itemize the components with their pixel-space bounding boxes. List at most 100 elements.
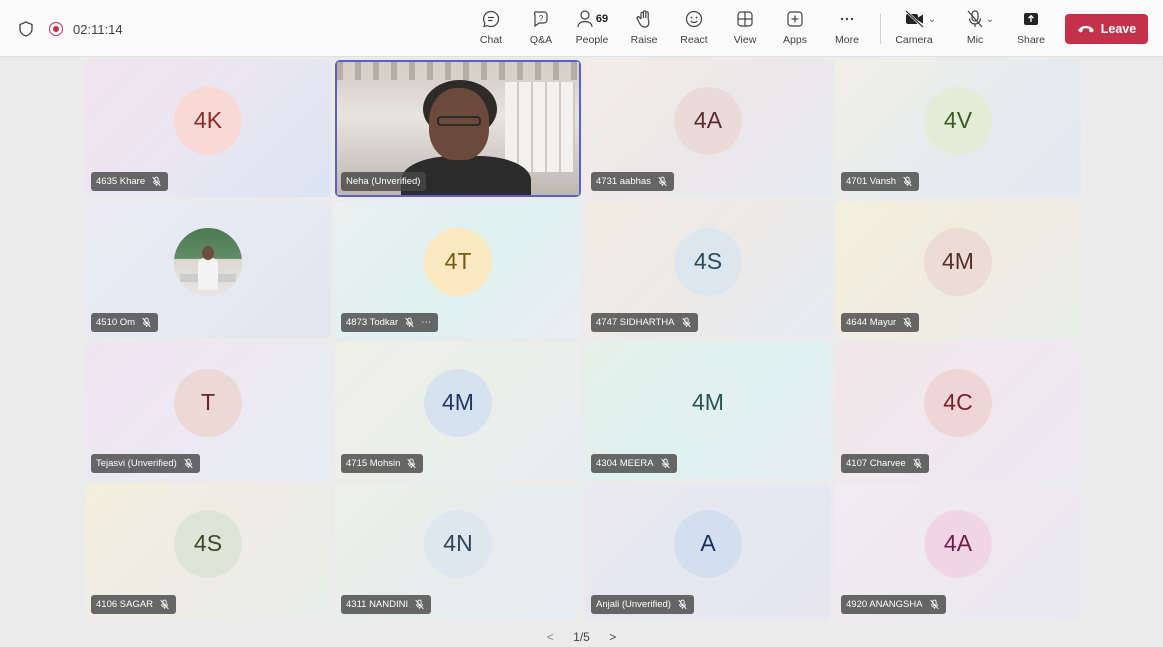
more-label: More <box>835 34 859 46</box>
raise-hand-button[interactable]: Raise <box>630 8 658 50</box>
participant-tile[interactable]: 4N 4311 NANDINI <box>335 483 581 620</box>
hang-up-icon <box>1077 26 1094 33</box>
participant-tile[interactable]: 4A 4920 ANANGSHA <box>835 483 1081 620</box>
more-options-icon[interactable]: ⋯ <box>421 317 432 328</box>
toolbar-divider <box>880 14 881 44</box>
avatar: 4V <box>924 86 992 155</box>
participant-name: 4107 Charvee <box>846 458 906 469</box>
avatar: 4A <box>674 86 742 155</box>
people-button[interactable]: 69 People <box>574 8 610 50</box>
qa-icon: ? <box>531 8 551 30</box>
apps-label: Apps <box>783 34 807 46</box>
participant-tile[interactable]: Neha (Unverified) <box>335 60 581 197</box>
participant-tile[interactable]: 4510 Om <box>85 201 331 338</box>
participant-tile[interactable]: 4M 4304 MEERA <box>585 342 831 479</box>
participant-name-tag: 4510 Om <box>91 313 159 332</box>
participant-name-tag: 4644 Mayur <box>841 313 920 332</box>
participant-name: 4106 SAGAR <box>96 599 154 610</box>
mic-off-icon <box>903 176 912 187</box>
apps-button[interactable]: Apps <box>783 8 807 50</box>
shield-icon[interactable] <box>19 21 33 37</box>
chat-icon <box>481 8 501 30</box>
previous-page-button[interactable]: < <box>547 630 554 644</box>
participant-name: 4701 Vansh <box>846 176 897 187</box>
mic-off-icon <box>160 599 169 610</box>
participant-name: 4747 SIDHARTHA <box>596 317 675 328</box>
view-label: View <box>733 34 757 46</box>
participant-tile[interactable]: 4K 4635 Khare <box>85 60 331 197</box>
mic-off-icon <box>142 317 151 328</box>
share-button[interactable]: Share <box>1016 8 1046 50</box>
mic-chevron-down-icon[interactable]: ⌄ <box>986 14 994 25</box>
avatar: 4S <box>674 227 742 296</box>
participant-tile[interactable]: T Tejasvi (Unverified) <box>85 342 331 479</box>
participant-name: Neha (Unverified) <box>346 176 421 187</box>
participant-name: 4731 aabhas <box>596 176 651 187</box>
mic-button[interactable]: ⌄ Mic <box>957 8 1003 50</box>
participant-name-tag: 4107 Charvee <box>841 454 929 473</box>
qa-button[interactable]: ? Q&A <box>528 8 554 50</box>
participant-name-tag: 4311 NANDINI <box>341 595 432 614</box>
participant-name-tag: Neha (Unverified) <box>341 172 427 191</box>
mic-icon-wrap: ⌄ <box>966 8 994 30</box>
participant-tile[interactable]: 4A 4731 aabhas <box>585 60 831 197</box>
participant-name-tag: 4731 aabhas <box>591 172 674 191</box>
camera-button[interactable]: ⌄ Camera <box>895 8 945 50</box>
mic-off-icon <box>658 176 667 187</box>
participant-name-tag: 4106 SAGAR <box>91 595 177 614</box>
participant-name: 4715 Mohsin <box>346 458 401 469</box>
page-indicator: 1/5 <box>573 630 590 644</box>
participant-name-tag: 4304 MEERA <box>591 454 677 473</box>
participant-name: 4510 Om <box>96 317 136 328</box>
chat-button[interactable]: Chat <box>478 8 504 50</box>
mic-label: Mic <box>966 34 984 46</box>
participant-grid: 4K 4635 Khare Neha (Unverified) 4A 4731 aabh… <box>85 60 1083 620</box>
participant-name: 4635 Khare <box>96 176 146 187</box>
more-button[interactable]: More <box>834 8 860 50</box>
participant-name: 4311 NANDINI <box>346 599 409 610</box>
leave-label: Leave <box>1100 22 1137 36</box>
mic-off-icon <box>681 317 691 328</box>
react-button[interactable]: React <box>680 8 708 50</box>
camera-chevron-down-icon[interactable]: ⌄ <box>928 14 936 25</box>
participant-name-tag: 4635 Khare <box>91 172 169 191</box>
mic-off-icon <box>929 599 939 610</box>
avatar: 4M <box>924 227 992 296</box>
participant-tile[interactable]: 4M 4715 Mohsin <box>335 342 581 479</box>
participant-tile[interactable]: 4S 4747 SIDHARTHA <box>585 201 831 338</box>
participant-name: Tejasvi (Unverified) <box>96 458 177 469</box>
mic-off-icon <box>405 317 414 328</box>
participant-name: 4920 ANANGSHA <box>846 599 923 610</box>
qa-label: Q&A <box>529 34 553 46</box>
participant-name-tag: 4701 Vansh <box>841 172 920 191</box>
chat-label: Chat <box>479 34 503 46</box>
participant-tile[interactable]: 4T 4873 Todkar ⋯ <box>335 201 581 338</box>
view-button[interactable]: View <box>733 8 757 50</box>
mic-off-icon <box>913 458 922 469</box>
avatar: T <box>174 368 242 437</box>
participant-name-tag: 4873 Todkar ⋯ <box>341 313 439 332</box>
mic-off-icon <box>660 458 670 469</box>
next-page-button[interactable]: > <box>609 630 616 644</box>
avatar: 4A <box>924 509 992 578</box>
mic-off-icon <box>967 10 983 28</box>
participant-tile[interactable]: 4M 4644 Mayur <box>835 201 1081 338</box>
participant-tile[interactable]: 4V 4701 Vansh <box>835 60 1081 197</box>
avatar <box>174 227 242 296</box>
participant-name-tag: Tejasvi (Unverified) <box>91 454 200 473</box>
participant-tile[interactable]: 4C 4107 Charvee <box>835 342 1081 479</box>
participant-tile[interactable]: 4S 4106 SAGAR <box>85 483 331 620</box>
raise-label: Raise <box>630 34 658 46</box>
leave-button[interactable]: Leave <box>1065 14 1148 44</box>
add-app-icon <box>785 8 805 30</box>
participant-tile[interactable]: A Anjali (Unverified) <box>585 483 831 620</box>
more-icon <box>837 8 857 30</box>
avatar: A <box>674 509 742 578</box>
people-label: People <box>575 34 609 46</box>
avatar: 4M <box>674 368 742 437</box>
mic-off-icon <box>184 458 193 469</box>
participant-name: 4644 Mayur <box>846 317 897 328</box>
react-label: React <box>680 34 708 46</box>
share-label: Share <box>1016 34 1046 46</box>
people-icon <box>577 10 593 28</box>
